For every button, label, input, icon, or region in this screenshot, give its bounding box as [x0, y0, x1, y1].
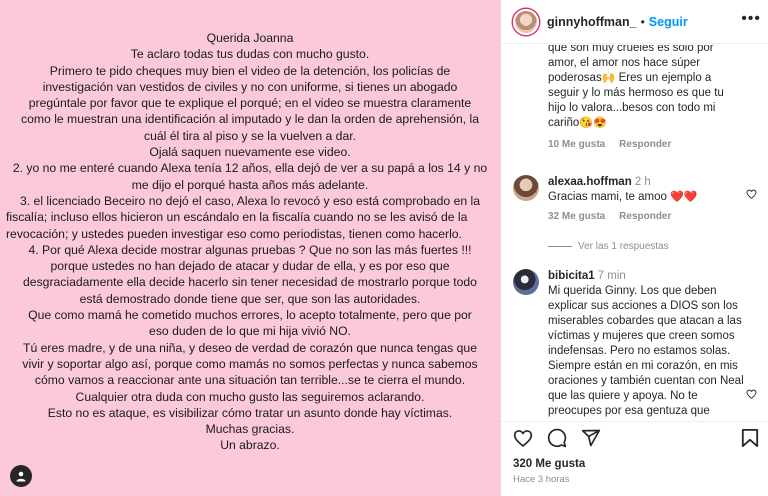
letter-line: Te aclaro todas tus dudas con mucho gust…: [130, 47, 370, 62]
emoji: 😘😍: [579, 117, 607, 129]
letter-line: Ojalá saquen nuevamente ese video.: [149, 145, 351, 160]
letter-line: cómo vamos a reaccionar ante una situaci…: [34, 373, 466, 388]
comment-meta: 32 Me gusta Responder: [548, 211, 744, 222]
comment-text: Mi querida Ginny. Los que deben explicar…: [548, 285, 744, 417]
post-time: Hace 3 horas: [513, 474, 570, 485]
more-options-icon[interactable]: •••: [741, 11, 761, 27]
post-image[interactable]: Querida Joanna Te aclaro todas tus dudas…: [0, 0, 500, 496]
letter-line: Tú eres madre, y de una niña, y deseo de…: [23, 340, 477, 355]
avatar[interactable]: [513, 269, 539, 295]
letter-line: pregúntale por favor que te explique el …: [28, 96, 472, 111]
post-sidebar: ginnyhoffman_ • Seguir ••• que son muy c…: [500, 0, 768, 496]
comment-text: Gracias mami, te amoo ❤️❤️: [548, 191, 698, 203]
letter-line: revocación; y ustedes pueden investigar …: [6, 226, 462, 241]
reply-button[interactable]: Responder: [619, 139, 671, 150]
likes-count[interactable]: 320 Me gusta: [513, 458, 585, 470]
like-comment-heart-icon[interactable]: [746, 189, 757, 199]
comment-text: que son muy crueles es solo por amor, el…: [548, 45, 724, 129]
action-bar: [513, 428, 601, 448]
letter-line: cuál él tira al piso y se la vuelven a d…: [143, 128, 357, 143]
comment-body: bibicita1 7 min Mi querida Ginny. Los que…: [548, 269, 744, 419]
comment-continued: que son muy crueles es solo por amor, el…: [548, 45, 748, 150]
letter-line: 4. Por qué Alexa decide mostrar algunas …: [28, 242, 472, 257]
letter-line: fiscalía; incluso ellos hicieron un escá…: [6, 210, 468, 225]
like-comment-heart-icon[interactable]: [746, 389, 757, 399]
comment-likes[interactable]: 10 Me gusta: [548, 139, 605, 150]
letter-line: como le muestran una identificación al i…: [21, 112, 479, 127]
avatar[interactable]: [513, 8, 539, 35]
letter-line: Muchas gracias.: [205, 422, 295, 437]
letter-line: Querida Joanna: [206, 31, 294, 45]
user-tag-button[interactable]: [10, 465, 32, 487]
letter-line: 3. el licenciado Beceiro no dejó el caso…: [19, 193, 481, 208]
view-replies-label[interactable]: Ver las 1 respuestas: [578, 241, 669, 252]
comment-body: alexaa.hoffman 2 h Gracias mami, te amoo …: [548, 175, 744, 222]
letter-line: eso duden de lo que mi hija vivió NO.: [149, 324, 351, 339]
view-replies[interactable]: Ver las 1 respuestas: [548, 241, 669, 252]
letter-line: está demostrado donde tiene que ser, que…: [79, 291, 421, 306]
comment-item: alexaa.hoffman 2 h Gracias mami, te amoo …: [513, 175, 761, 235]
follow-button[interactable]: Seguir: [649, 15, 688, 29]
comment-username[interactable]: alexaa.hoffman: [548, 176, 632, 188]
post-header: ginnyhoffman_ • Seguir •••: [501, 0, 768, 44]
comment-age: 2 h: [634, 176, 651, 188]
letter-line: desgraciadamente ella decide hacerlo sin…: [23, 275, 477, 290]
header-username[interactable]: ginnyhoffman_: [547, 15, 637, 29]
letter-line: Un abrazo.: [220, 438, 280, 453]
comment-meta: 10 Me gusta Responder: [548, 139, 748, 150]
avatar[interactable]: [513, 175, 539, 201]
letter-line: Cualquier otra duda con mucho gusto las …: [75, 389, 425, 404]
like-heart-icon[interactable]: [513, 428, 533, 448]
letter-line: Primero te pido cheques muy bien el vide…: [49, 63, 451, 78]
comments-list[interactable]: que son muy crueles es solo por amor, el…: [501, 45, 768, 421]
reply-button[interactable]: Responder: [619, 211, 671, 222]
emoji: 🙌: [601, 72, 616, 84]
heart-emoji: ❤️❤️: [670, 191, 698, 203]
letter-line: investigación van vestidos de civiles y …: [42, 79, 458, 94]
comment-bubble-icon[interactable]: [547, 428, 567, 448]
comment-age: 7 min: [597, 270, 626, 282]
comment-likes[interactable]: 32 Me gusta: [548, 211, 605, 222]
bookmark-icon[interactable]: [741, 428, 759, 448]
comment-username[interactable]: bibicita1: [548, 270, 595, 282]
letter-text: Querida Joanna Te aclaro todas tus dudas…: [4, 30, 496, 454]
divider: [548, 246, 572, 247]
letter-line: porque ustedes no han dejado de atacar y…: [50, 259, 450, 274]
letter-line: Esto no es ataque, es visibilizar cómo t…: [47, 405, 453, 420]
letter-line: 2. yo no me enteré cuando Alexa tenía 12…: [12, 161, 488, 176]
letter-line: vivir y soportar algo así, porque como m…: [22, 356, 478, 371]
post-footer: 320 Me gusta Hace 3 horas: [501, 421, 768, 496]
header-separator: •: [640, 14, 645, 29]
share-paper-plane-icon[interactable]: [581, 428, 601, 448]
letter-line: me dijo el porqué hasta años más adelant…: [131, 177, 369, 192]
letter-line: Que como mamá he cometido muchos errores…: [28, 308, 472, 323]
comment-item: bibicita1 7 min Mi querida Ginny. Los que…: [513, 269, 761, 421]
user-icon: [16, 471, 26, 482]
